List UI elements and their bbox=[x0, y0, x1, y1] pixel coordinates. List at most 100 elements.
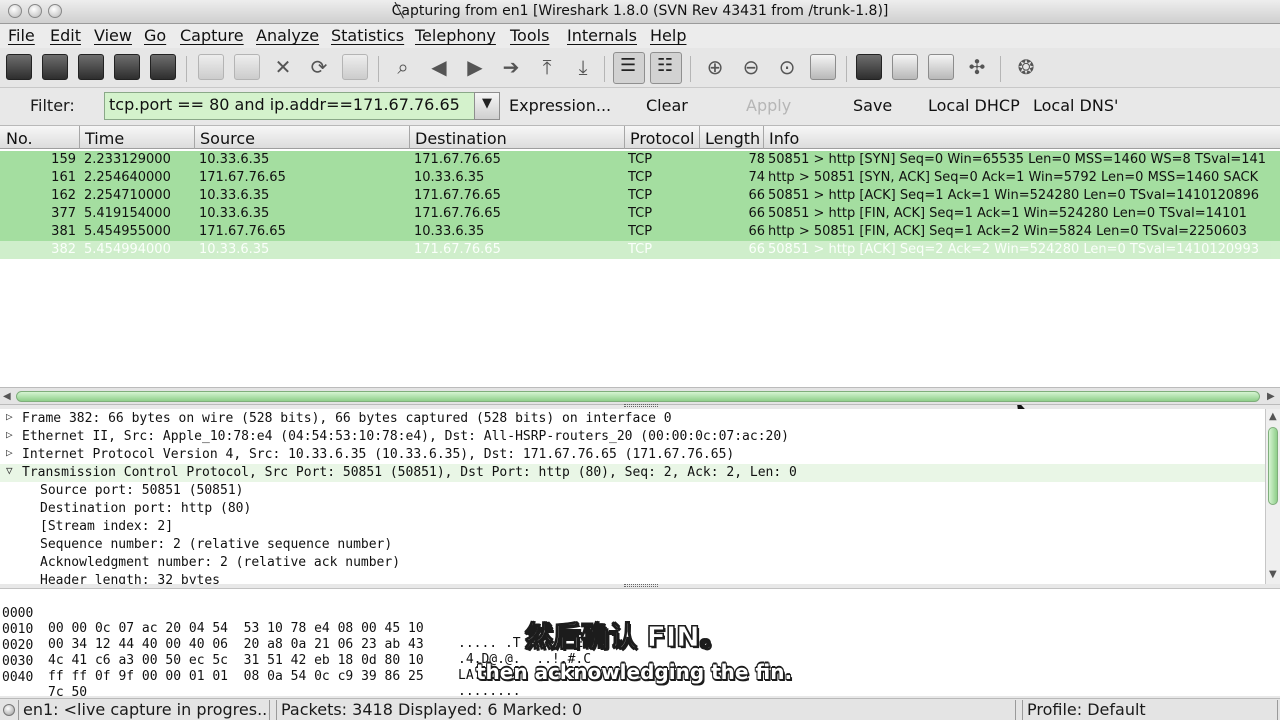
apply-button[interactable]: Apply bbox=[746, 96, 791, 115]
menu-telephony[interactable]: Telephony bbox=[415, 26, 496, 45]
capture-options-icon[interactable] bbox=[42, 54, 68, 80]
interface-list-icon[interactable] bbox=[6, 54, 32, 80]
toolbar-separator bbox=[186, 56, 187, 82]
go-forward-icon[interactable]: ▶ bbox=[460, 56, 490, 78]
reload-icon[interactable]: ⟳ bbox=[304, 56, 334, 78]
column-header-length[interactable]: Length bbox=[705, 129, 760, 148]
expand-arrow-icon[interactable]: ▷ bbox=[6, 410, 13, 423]
column-divider[interactable] bbox=[79, 126, 80, 150]
cell-destination: 171.67.76.65 bbox=[414, 188, 501, 203]
column-divider[interactable] bbox=[763, 126, 764, 150]
tree-subitem[interactable]: Source port: 50851 (50851) bbox=[0, 482, 1265, 500]
open-file-icon[interactable] bbox=[198, 54, 224, 80]
tree-subitem[interactable]: Header length: 32 bytes bbox=[0, 572, 1265, 584]
pane-splitter[interactable] bbox=[624, 404, 658, 407]
preferences-icon[interactable]: ✣ bbox=[962, 56, 992, 78]
capture-filters-icon[interactable] bbox=[856, 54, 882, 80]
zoom-in-icon[interactable]: ⊕ bbox=[700, 56, 730, 78]
collapse-arrow-icon[interactable]: ▽ bbox=[6, 464, 13, 477]
hex-row[interactable]: 0040 7c 50 |P bbox=[0, 655, 474, 715]
menu-view[interactable]: View bbox=[94, 26, 132, 45]
menu-help[interactable]: Help bbox=[650, 26, 686, 45]
save-filter-button[interactable]: Save bbox=[853, 96, 892, 115]
column-divider[interactable] bbox=[624, 126, 625, 150]
expand-arrow-icon[interactable]: ▷ bbox=[6, 446, 13, 459]
packet-row[interactable]: 377 5.419154000 10.33.6.35 171.67.76.65 … bbox=[0, 205, 1280, 223]
scroll-left-icon[interactable]: ◀ bbox=[3, 391, 11, 402]
display-filter-input[interactable]: tcp.port == 80 and ip.addr==171.67.76.65 bbox=[104, 92, 476, 120]
print-icon[interactable] bbox=[342, 54, 368, 80]
tree-subitem[interactable]: [Stream index: 2] bbox=[0, 518, 1265, 536]
packet-row[interactable]: 162 2.254710000 10.33.6.35 171.67.76.65 … bbox=[0, 187, 1280, 205]
save-file-icon[interactable] bbox=[234, 54, 260, 80]
zoom-out-icon[interactable]: ⊖ bbox=[736, 56, 766, 78]
menu-statistics[interactable]: Statistics bbox=[331, 26, 404, 45]
clear-button[interactable]: Clear bbox=[646, 96, 688, 115]
resize-columns-icon[interactable] bbox=[810, 54, 836, 80]
column-header-destination[interactable]: Destination bbox=[415, 129, 507, 148]
tree-subitem[interactable]: Sequence number: 2 (relative sequence nu… bbox=[0, 536, 1265, 554]
go-last-icon[interactable]: ⤓ bbox=[568, 56, 598, 78]
column-header-no[interactable]: No. bbox=[6, 129, 33, 148]
tree-item-tcp[interactable]: ▽ Transmission Control Protocol, Src Por… bbox=[0, 464, 1265, 482]
expression-button[interactable]: Expression... bbox=[509, 96, 611, 115]
expert-info-icon[interactable] bbox=[3, 704, 15, 716]
tree-item-ethernet[interactable]: ▷ Ethernet II, Src: Apple_10:78:e4 (04:5… bbox=[0, 428, 1265, 446]
packet-list-hscrollbar[interactable]: ◀ ▶ bbox=[0, 387, 1280, 405]
column-header-info[interactable]: Info bbox=[769, 129, 799, 148]
menu-go[interactable]: Go bbox=[144, 26, 166, 45]
column-header-time[interactable]: Time bbox=[85, 129, 124, 148]
column-divider[interactable] bbox=[194, 126, 195, 150]
close-file-icon[interactable]: ✕ bbox=[268, 56, 298, 78]
scroll-up-icon[interactable]: ▲ bbox=[1269, 411, 1277, 422]
column-divider[interactable] bbox=[699, 126, 700, 150]
hex-row[interactable]: 0030 ff ff 0f 9f 00 00 01 01 08 0a 54 0c… bbox=[0, 639, 521, 699]
hex-row[interactable]: 0000 00 00 0c 07 ac 20 04 54 53 10 78 e4… bbox=[0, 591, 591, 651]
normal-size-icon[interactable]: ⊙ bbox=[772, 56, 802, 78]
column-divider[interactable] bbox=[409, 126, 410, 150]
packet-row[interactable]: 159 2.233129000 10.33.6.35 171.67.76.65 … bbox=[0, 151, 1280, 169]
help-icon[interactable]: ❂ bbox=[1011, 56, 1041, 78]
details-vscrollbar[interactable]: ▲ ▼ bbox=[1265, 409, 1280, 584]
packet-row[interactable]: 381 5.454955000 171.67.76.65 10.33.6.35 … bbox=[0, 223, 1280, 241]
menu-internals[interactable]: Internals bbox=[567, 26, 637, 45]
hscroll-thumb[interactable] bbox=[16, 391, 1260, 402]
column-header-source[interactable]: Source bbox=[200, 129, 255, 148]
tree-subitem[interactable]: Acknowledgment number: 2 (relative ack n… bbox=[0, 554, 1265, 572]
auto-scroll-icon[interactable]: ☷ bbox=[650, 52, 682, 84]
colorize-icon[interactable]: ☰ bbox=[613, 52, 645, 84]
coloring-rules-icon[interactable] bbox=[928, 54, 954, 80]
tree-item-ipv4[interactable]: ▷ Internet Protocol Version 4, Src: 10.3… bbox=[0, 446, 1265, 464]
packet-row-selected[interactable]: 382 5.454994000 10.33.6.35 171.67.76.65 … bbox=[0, 241, 1280, 259]
menu-edit[interactable]: Edit bbox=[50, 26, 81, 45]
find-packet-icon[interactable]: ⌕ bbox=[388, 56, 418, 78]
start-capture-icon[interactable] bbox=[78, 54, 104, 80]
hex-row[interactable]: 0010 00 34 12 44 40 00 40 06 20 a8 0a 21… bbox=[0, 607, 591, 667]
filter-history-dropdown[interactable]: ▼ bbox=[474, 92, 500, 120]
menu-capture[interactable]: Capture bbox=[180, 26, 244, 45]
scroll-right-icon[interactable]: ▶ bbox=[1267, 391, 1275, 402]
menu-bar: File Edit View Go Capture Analyze Statis… bbox=[0, 24, 1280, 48]
go-to-packet-icon[interactable]: ➔ bbox=[496, 56, 526, 78]
display-filters-icon[interactable] bbox=[892, 54, 918, 80]
go-first-icon[interactable]: ⤒ bbox=[532, 56, 562, 78]
local-dhcp-button[interactable]: Local DHCP bbox=[928, 96, 1020, 115]
vscroll-thumb[interactable] bbox=[1268, 427, 1278, 505]
toolbar-separator bbox=[690, 56, 691, 82]
restart-capture-icon[interactable] bbox=[150, 54, 176, 80]
expand-arrow-icon[interactable]: ▷ bbox=[6, 428, 13, 441]
column-header-protocol[interactable]: Protocol bbox=[630, 129, 694, 148]
tree-item-frame[interactable]: ▷ Frame 382: 66 bytes on wire (528 bits)… bbox=[0, 410, 1265, 428]
menu-tools[interactable]: Tools bbox=[510, 26, 549, 45]
menu-analyze[interactable]: Analyze bbox=[256, 26, 319, 45]
hex-row[interactable]: 0020 4c 41 c6 a3 00 50 ec 5c 31 51 42 eb… bbox=[0, 623, 521, 683]
pane-splitter[interactable] bbox=[624, 584, 658, 587]
local-dns-button[interactable]: Local DNS' bbox=[1033, 96, 1118, 115]
status-profile[interactable]: Profile: Default bbox=[1022, 700, 1278, 720]
scroll-down-icon[interactable]: ▼ bbox=[1269, 569, 1277, 580]
stop-capture-icon[interactable] bbox=[114, 54, 140, 80]
go-back-icon[interactable]: ◀ bbox=[424, 56, 454, 78]
menu-file[interactable]: File bbox=[8, 26, 35, 45]
tree-subitem[interactable]: Destination port: http (80) bbox=[0, 500, 1265, 518]
packet-row[interactable]: 161 2.254640000 171.67.76.65 10.33.6.35 … bbox=[0, 169, 1280, 187]
